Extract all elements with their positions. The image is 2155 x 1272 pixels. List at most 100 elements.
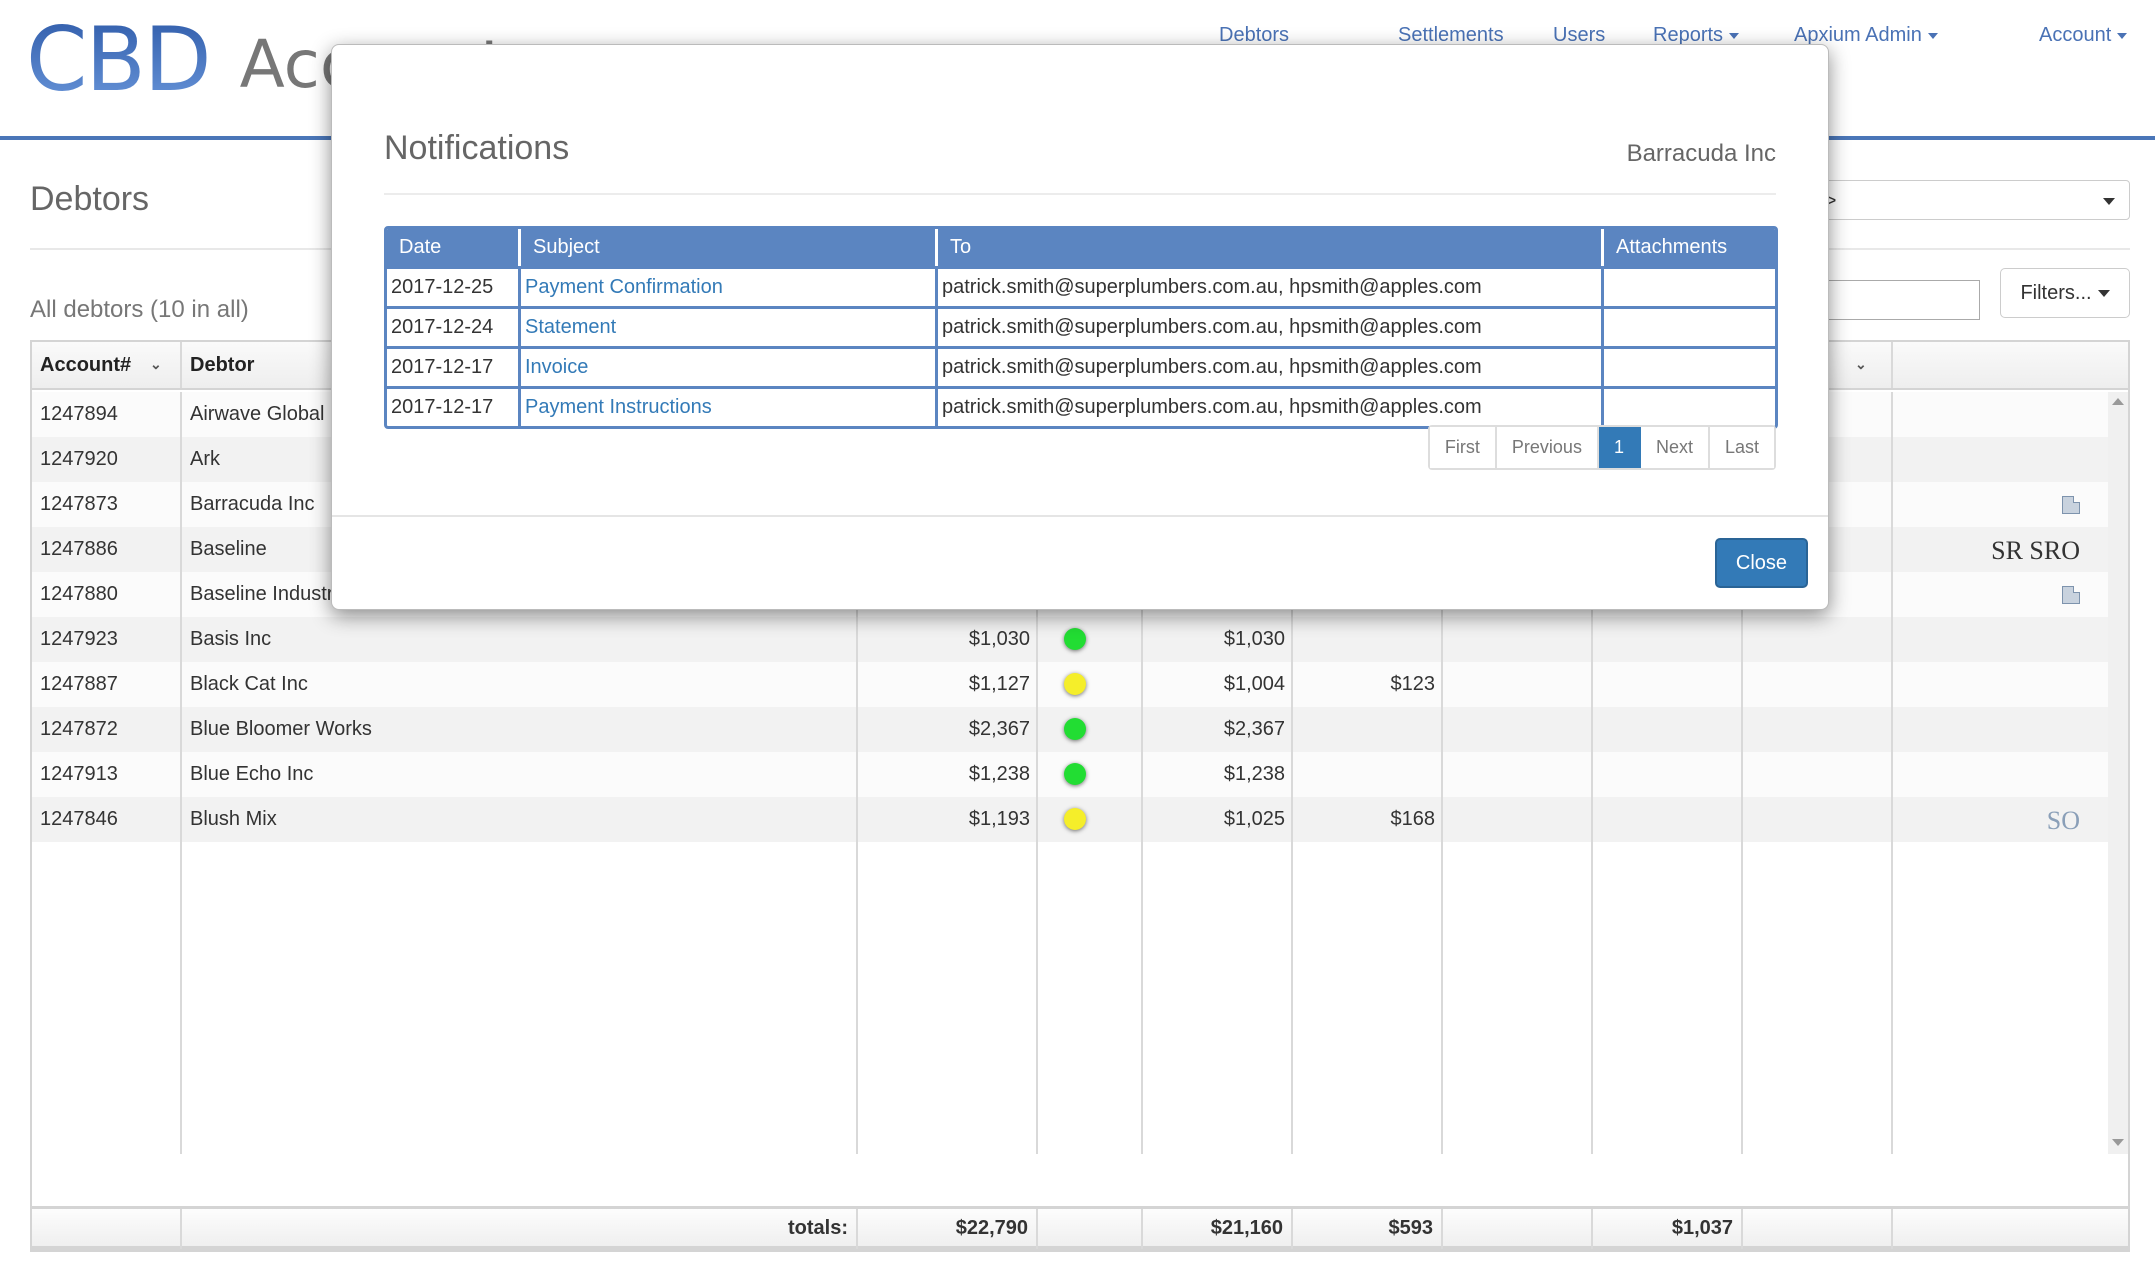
table-row[interactable]: 1247923 Basis Inc $1,030 $1,030: [32, 617, 2108, 662]
balance: $1,238: [968, 763, 1030, 785]
balance: $2,367: [968, 718, 1030, 740]
filters-button[interactable]: Filters...: [2000, 268, 2130, 318]
amount-cell: [1743, 662, 1893, 707]
flag-codes[interactable]: SR SRO: [1991, 527, 2080, 575]
notification-date-cell: 2017-12-17: [387, 349, 521, 386]
overdue-amount: [1293, 707, 1443, 752]
caret-down-icon: [2097, 289, 2110, 297]
pager-next[interactable]: Next: [1640, 427, 1710, 468]
table-row[interactable]: 1247846 Blush Mix $1,193 $1,025 $168 SO: [32, 797, 2108, 842]
status-select[interactable]: <all>: [1780, 180, 2130, 220]
notification-subject-link[interactable]: Payment Instructions: [525, 396, 712, 418]
notification-attachments-cell: [1604, 269, 1775, 306]
notification-row: 2017-12-17 Invoice patrick.smith@superplum…: [387, 346, 1775, 386]
nav-label: Debtors: [1219, 24, 1290, 46]
current-amount: $2,367: [1223, 718, 1285, 740]
totals-cell: [1443, 1209, 1593, 1249]
notifications-modal: Notifications Barracuda Inc Date Subject…: [331, 44, 1829, 610]
table-row[interactable]: 1247887 Black Cat Inc $1,127 $1,004 $123: [32, 662, 2108, 707]
column-header[interactable]: [1893, 342, 2128, 388]
amount-cell: [1443, 797, 1593, 842]
overdue-amount: [1293, 617, 1443, 662]
account-number: 1247880: [40, 583, 118, 605]
pager-page-current[interactable]: 1: [1598, 427, 1641, 468]
notification-row: 2017-12-17 Payment Instructions patrick.sm…: [387, 386, 1775, 426]
notification-date-cell: 2017-12-25: [387, 269, 521, 306]
totals-label: totals:: [182, 1209, 858, 1249]
amount-cell: [1443, 662, 1593, 707]
notification-subject-link[interactable]: Invoice: [525, 356, 588, 378]
notification-subject-link[interactable]: Statement: [525, 316, 616, 338]
amount-cell: [1593, 797, 1743, 842]
logo-mark: CBD: [26, 8, 212, 111]
pager-previous[interactable]: Previous: [1496, 427, 1599, 468]
table-row[interactable]: 1247872 Blue Bloomer Works $2,367 $2,367: [32, 707, 2108, 752]
notification-subject-link-cell: Payment Instructions: [521, 389, 938, 426]
totals-cell: [1893, 1209, 2128, 1249]
amount-cell: [1593, 617, 1743, 662]
flag-codes[interactable]: SO: [2047, 797, 2080, 845]
nav-label: Account: [2039, 24, 2112, 46]
totals-row: totals: $22,790 $21,160 $593 $1,037: [32, 1206, 2128, 1250]
scroll-down-icon[interactable]: [2112, 1139, 2124, 1146]
account-number: 1247886: [40, 538, 118, 560]
account-number: 1247872: [40, 718, 118, 740]
document-icon[interactable]: [2062, 586, 2080, 604]
nav-label: Users: [1553, 24, 1606, 46]
notification-recipients-cell: patrick.smith@superplumbers.com.au, hpsm…: [938, 389, 1604, 426]
notification-subject-link-cell: Statement: [521, 309, 938, 346]
vertical-scrollbar[interactable]: [2108, 392, 2128, 1154]
pager-first[interactable]: First: [1429, 427, 1497, 468]
chevron-down-icon[interactable]: ⌄: [150, 356, 162, 373]
caret-down-icon: [1927, 32, 1938, 39]
account-number: 1247894: [40, 403, 118, 425]
current-amount: $1,004: [1223, 673, 1285, 695]
totals-overdue: $593: [1293, 1209, 1443, 1249]
caret-down-icon: [2117, 32, 2128, 39]
account-number: 1247923: [40, 628, 118, 650]
modal-title: Notifications: [384, 129, 570, 167]
column-header-subject[interactable]: Subject: [521, 229, 938, 266]
amount-cell: [1743, 707, 1893, 752]
nav-account[interactable]: Account: [2039, 24, 2128, 47]
notifications-header-row: Date Subject To Attachments: [387, 229, 1775, 266]
close-button[interactable]: Close: [1715, 538, 1808, 588]
notification-row: 2017-12-25 Payment Confirmation patrick.sm…: [387, 266, 1775, 306]
column-header-date[interactable]: Date: [387, 229, 521, 266]
divider: [384, 193, 1776, 195]
balance: $1,193: [968, 808, 1030, 830]
column-divider: [1891, 392, 1893, 1154]
column-header-attachments[interactable]: Attachments: [1604, 229, 1775, 266]
totals-cell: $1,037: [1593, 1209, 1743, 1249]
column-label: Debtor: [190, 354, 255, 376]
divider: [332, 515, 1828, 517]
overdue-amount: $168: [1390, 808, 1436, 830]
caret-down-icon: [1729, 32, 1740, 39]
notification-recipients-cell: patrick.smith@superplumbers.com.au, hpsm…: [938, 349, 1604, 386]
status-green-dot-icon: [1064, 628, 1086, 650]
amount-cell: [1593, 752, 1743, 797]
column-header-to[interactable]: To: [938, 229, 1604, 266]
account-number: 1247873: [40, 493, 118, 515]
totals-cell: [1743, 1209, 1893, 1249]
document-icon[interactable]: [2062, 496, 2080, 514]
table-row[interactable]: 1247913 Blue Echo Inc $1,238 $1,238: [32, 752, 2108, 797]
current-amount: $1,025: [1223, 808, 1285, 830]
nav-label: Settlements: [1398, 24, 1504, 46]
notifications-table: Date Subject To Attachments 2017-12-25 Pa…: [384, 226, 1778, 429]
balance: $1,127: [968, 673, 1030, 695]
current-amount: $1,030: [1223, 628, 1285, 650]
notification-attachments-cell: [1604, 389, 1775, 426]
modal-debtor-name: Barracuda Inc: [1626, 140, 1776, 167]
chevron-down-icon[interactable]: ⌄: [1855, 356, 1867, 373]
notification-subject-link[interactable]: Payment Confirmation: [525, 276, 723, 298]
account-number: 1247913: [40, 763, 118, 785]
notification-date-cell: 2017-12-24: [387, 309, 521, 346]
page-title: Debtors: [30, 180, 150, 218]
amount-cell: [1593, 707, 1743, 752]
notifications-body: 2017-12-25 Payment Confirmation patrick.sm…: [387, 266, 1775, 426]
amount-cell: [1443, 707, 1593, 752]
scroll-up-icon[interactable]: [2112, 398, 2124, 405]
pager-last[interactable]: Last: [1709, 427, 1774, 468]
column-header-account[interactable]: Account# ⌄: [32, 342, 182, 388]
